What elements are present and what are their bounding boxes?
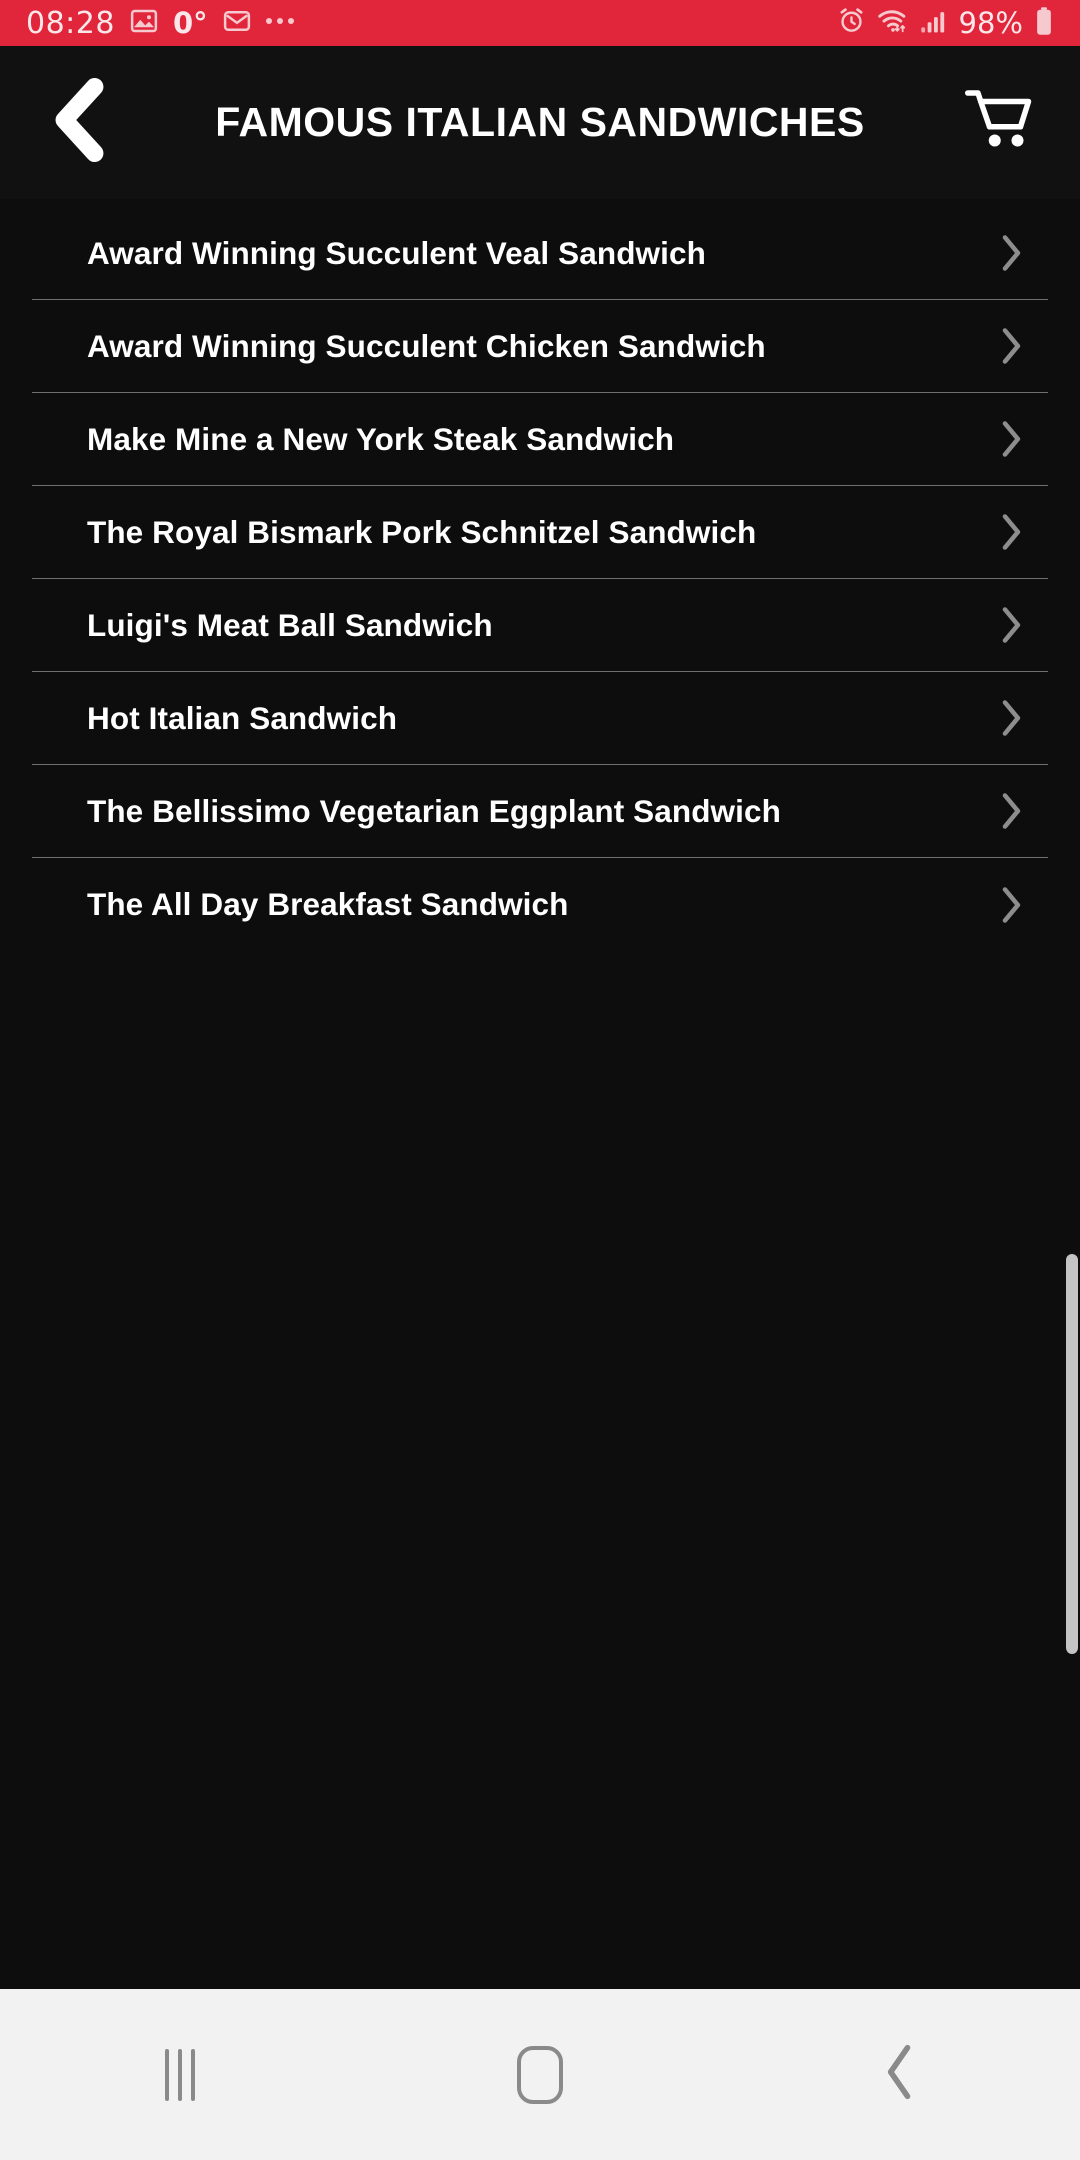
- recents-icon: [165, 2048, 195, 2101]
- status-temperature: 0°: [172, 6, 208, 40]
- recents-button[interactable]: [90, 2020, 270, 2130]
- list-item-label: The Bellissimo Vegetarian Eggplant Sandw…: [87, 792, 781, 829]
- chevron-right-icon: [988, 420, 1048, 458]
- chevron-right-icon: [988, 606, 1048, 644]
- scrollbar-track[interactable]: [1066, 199, 1080, 1989]
- list-item-label: Make Mine a New York Steak Sandwich: [87, 420, 675, 457]
- chevron-right-icon: [988, 792, 1048, 830]
- list-item[interactable]: Award Winning Succulent Chicken Sandwich: [32, 300, 1048, 393]
- list-item-label: Hot Italian Sandwich: [87, 699, 398, 736]
- back-button[interactable]: [40, 77, 118, 168]
- signal-icon: [920, 7, 948, 40]
- chevron-right-icon: [988, 699, 1048, 737]
- status-bar: 08:28 0° 98%: [0, 0, 1080, 46]
- list-item[interactable]: Award Winning Succulent Veal Sandwich: [32, 207, 1048, 300]
- back-chevron-icon: [883, 2044, 917, 2105]
- list-item[interactable]: The Royal Bismark Pork Schnitzel Sandwic…: [32, 486, 1048, 579]
- list-item[interactable]: The All Day Breakfast Sandwich: [32, 858, 1048, 951]
- shopping-cart-icon: [964, 87, 1034, 158]
- system-back-button[interactable]: [810, 2020, 990, 2130]
- cart-button[interactable]: [958, 82, 1040, 164]
- mail-icon: [222, 6, 252, 41]
- android-nav-bar: [0, 1989, 1080, 2160]
- list-item[interactable]: Luigi's Meat Ball Sandwich: [32, 579, 1048, 672]
- list-item[interactable]: Hot Italian Sandwich: [32, 672, 1048, 765]
- status-time: 08:28: [26, 5, 115, 41]
- home-button[interactable]: [450, 2020, 630, 2130]
- home-icon: [517, 2045, 563, 2104]
- battery-percent: 98%: [958, 6, 1023, 40]
- list-item-label: The Royal Bismark Pork Schnitzel Sandwic…: [87, 513, 757, 550]
- scrollbar-thumb[interactable]: [1066, 1254, 1078, 1654]
- battery-icon: [1034, 6, 1054, 41]
- chevron-right-icon: [988, 327, 1048, 365]
- list-item-label: Award Winning Succulent Veal Sandwich: [87, 234, 706, 271]
- app-header: FAMOUS ITALIAN SANDWICHES: [0, 46, 1080, 199]
- page-title: FAMOUS ITALIAN SANDWICHES: [215, 98, 865, 145]
- photo-icon: [129, 6, 159, 41]
- list-item-label: Award Winning Succulent Chicken Sandwich: [87, 327, 766, 364]
- list-item-label: Luigi's Meat Ball Sandwich: [87, 606, 493, 643]
- more-dots-icon: [265, 18, 294, 28]
- list-item[interactable]: The Bellissimo Vegetarian Eggplant Sandw…: [32, 765, 1048, 858]
- status-bar-right: 98%: [837, 6, 1054, 41]
- list-item-label: The All Day Breakfast Sandwich: [87, 886, 569, 922]
- chevron-left-icon: [47, 77, 111, 168]
- status-bar-left: 08:28 0°: [26, 6, 294, 41]
- wifi-icon: [877, 6, 909, 40]
- alarm-icon: [837, 6, 866, 40]
- phone-screen: 08:28 0° 98% FAMOUS ITALIAN SANDWICHES A…: [0, 0, 1080, 2160]
- chevron-right-icon: [988, 886, 1048, 924]
- sandwich-list: Award Winning Succulent Veal Sandwich Aw…: [0, 199, 1080, 951]
- list-item[interactable]: Make Mine a New York Steak Sandwich: [32, 393, 1048, 486]
- chevron-right-icon: [988, 234, 1048, 272]
- chevron-right-icon: [988, 513, 1048, 551]
